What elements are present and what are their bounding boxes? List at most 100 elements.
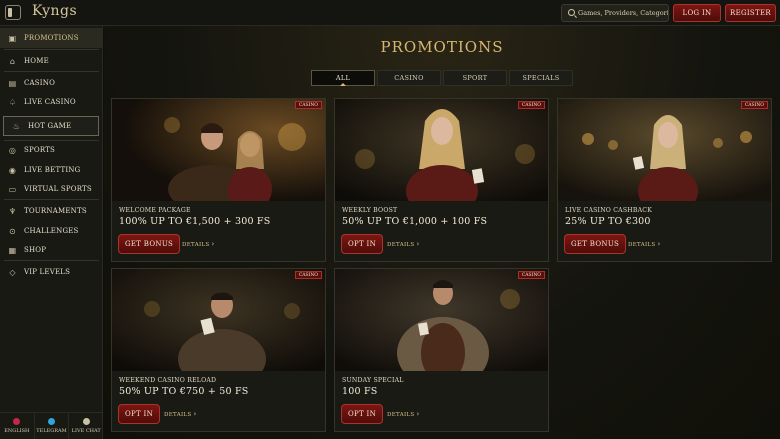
chevron-right-icon: › <box>416 410 420 418</box>
get-bonus-button[interactable]: GET BONUS <box>564 234 627 254</box>
live-bet-icon: ◉ <box>8 165 17 175</box>
live-cards-icon: ♤ <box>8 97 17 107</box>
details-label: DETAILS <box>628 242 656 248</box>
divider <box>4 49 99 50</box>
sidebar-item-vip-levels[interactable]: ◇ VIP LEVELS <box>0 262 103 282</box>
category-badge: CASINO <box>294 271 322 279</box>
sidebar-item-promotions[interactable]: ▣ PROMOTIONS <box>0 28 103 48</box>
details-label: DETAILS <box>164 412 192 418</box>
telegram-icon <box>48 418 55 425</box>
sidebar-item-label: LIVE CASINO <box>24 98 76 106</box>
language-selector[interactable]: ENGLISH <box>0 413 35 439</box>
sidebar-item-live-betting[interactable]: ◉ LIVE BETTING <box>0 160 103 180</box>
promo-tabs: ALL CASINO SPORT SPECIALS <box>311 70 573 86</box>
sidebar-item-label: HOME <box>24 57 49 65</box>
page-title: PROMOTIONS <box>380 38 504 56</box>
sidebar-item-virtual-sports[interactable]: ▭ VIRTUAL SPORTS <box>0 179 103 199</box>
sidebar-item-casino[interactable]: ▤ CASINO <box>0 73 103 93</box>
search-input[interactable] <box>578 7 668 19</box>
promo-subtitle: SUNDAY SPECIAL <box>342 377 404 384</box>
details-link[interactable]: DETAILS › <box>387 410 420 418</box>
promo-subtitle: LIVE CASINO CASHBACK <box>565 207 653 214</box>
sidebar-item-label: SHOP <box>24 246 47 254</box>
sidebar: ▣ PROMOTIONS ⌂ HOME ▤ CASINO ♤ LIVE CASI… <box>0 26 103 439</box>
tab-sport[interactable]: SPORT <box>443 70 507 86</box>
divider <box>4 199 99 200</box>
flag-icon <box>13 418 21 425</box>
promo-card: CASINO WEEKLY BOOST 50% UP TO €1,000 + 1… <box>334 98 549 262</box>
details-link[interactable]: DETAILS › <box>182 240 215 248</box>
tab-all[interactable]: ALL <box>311 70 375 86</box>
sidebar-item-label: TOURNAMENTS <box>24 207 87 215</box>
promo-image-king <box>335 269 548 371</box>
top-bar: Kyngs LOG IN REGISTER <box>0 0 780 26</box>
chevron-right-icon: › <box>416 240 420 248</box>
opt-in-button[interactable]: OPT IN <box>118 404 161 424</box>
sidebar-item-live-casino[interactable]: ♤ LIVE CASINO <box>0 92 103 112</box>
details-link[interactable]: DETAILS › <box>387 240 420 248</box>
sidebar-item-sports[interactable]: ◎ SPORTS <box>0 140 103 160</box>
promo-headline: 100 FS <box>342 386 378 397</box>
search-box[interactable] <box>561 4 669 22</box>
promo-card: CASINO WELCOME PACKAGE 100% UP TO €1,500… <box>111 98 326 262</box>
shop-icon: ▦ <box>8 245 17 255</box>
get-bonus-button[interactable]: GET BONUS <box>118 234 181 254</box>
sidebar-item-label: LIVE BETTING <box>24 166 81 174</box>
sidebar-item-label: VIP LEVELS <box>24 268 71 276</box>
monitor-icon: ▭ <box>8 184 17 194</box>
logo[interactable]: Kyngs <box>32 3 77 19</box>
chat-icon <box>82 418 90 425</box>
main-content: PROMOTIONS ALL CASINO SPORT SPECIALS CAS… <box>104 26 780 439</box>
sidebar-item-label: VIRTUAL SPORTS <box>24 185 92 193</box>
diamond-icon: ◇ <box>9 267 16 277</box>
cards-icon: ▤ <box>8 78 17 88</box>
sidebar-item-home[interactable]: ⌂ HOME <box>0 51 103 71</box>
category-badge: CASINO <box>517 271 545 279</box>
telegram-link[interactable]: TELEGRAM <box>35 413 70 439</box>
promo-card: CASINO LIVE CASINO CASHBACK 25% UP TO €3… <box>557 98 772 262</box>
promo-headline: 50% UP TO €1,000 + 100 FS <box>342 216 488 227</box>
sidebar-toggle-icon[interactable] <box>5 5 21 20</box>
chevron-right-icon: › <box>193 410 197 418</box>
category-badge: CASINO <box>517 101 545 109</box>
promo-headline: 25% UP TO €300 <box>565 216 651 227</box>
sidebar-footer: ENGLISH TELEGRAM LIVE CHAT <box>0 412 103 439</box>
details-link[interactable]: DETAILS › <box>164 410 197 418</box>
tab-casino[interactable]: CASINO <box>377 70 441 86</box>
login-button[interactable]: LOG IN <box>673 4 721 22</box>
target-icon: ⊙ <box>9 226 16 236</box>
details-label: DETAILS <box>387 242 415 248</box>
gift-icon: ▣ <box>8 33 17 43</box>
telegram-label: TELEGRAM <box>36 428 67 434</box>
details-label: DETAILS <box>387 412 415 418</box>
sidebar-item-label: HOT GAME <box>28 122 72 130</box>
tab-specials[interactable]: SPECIALS <box>509 70 573 86</box>
promo-image-king-cards <box>112 269 325 371</box>
promo-headline: 50% UP TO €750 + 50 FS <box>119 386 249 397</box>
opt-in-button[interactable]: OPT IN <box>341 404 384 424</box>
live-chat-link[interactable]: LIVE CHAT <box>69 413 103 439</box>
sidebar-item-label: PROMOTIONS <box>24 34 79 42</box>
sidebar-item-shop[interactable]: ▦ SHOP <box>0 240 103 260</box>
promo-image-hall <box>558 99 771 201</box>
logo-text: Kyngs <box>32 3 78 19</box>
sidebar-item-challenges[interactable]: ⊙ CHALLENGES <box>0 221 103 241</box>
ball-icon: ◎ <box>8 145 17 155</box>
register-button[interactable]: REGISTER <box>725 4 776 22</box>
promo-card: CASINO WEEKEND CASINO RELOAD 50% UP TO €… <box>111 268 326 432</box>
details-label: DETAILS <box>182 242 210 248</box>
sidebar-item-hot-game[interactable]: ♨ HOT GAME <box>3 116 99 136</box>
details-link[interactable]: DETAILS › <box>628 240 661 248</box>
opt-in-button[interactable]: OPT IN <box>341 234 384 254</box>
promo-headline: 100% UP TO €1,500 + 300 FS <box>119 216 271 227</box>
home-icon: ⌂ <box>9 56 16 66</box>
sidebar-item-label: CASINO <box>24 79 56 87</box>
category-badge: CASINO <box>740 101 768 109</box>
sidebar-item-tournaments[interactable]: ♆ TOURNAMENTS <box>0 201 103 221</box>
divider <box>4 260 99 261</box>
sidebar-item-label: CHALLENGES <box>24 227 79 235</box>
promo-card: CASINO SUNDAY SPECIAL 100 FS OPT IN DETA… <box>334 268 549 432</box>
search-icon <box>568 9 575 16</box>
promo-subtitle: WEEKEND CASINO RELOAD <box>119 377 217 384</box>
promo-subtitle: WELCOME PACKAGE <box>119 207 191 214</box>
